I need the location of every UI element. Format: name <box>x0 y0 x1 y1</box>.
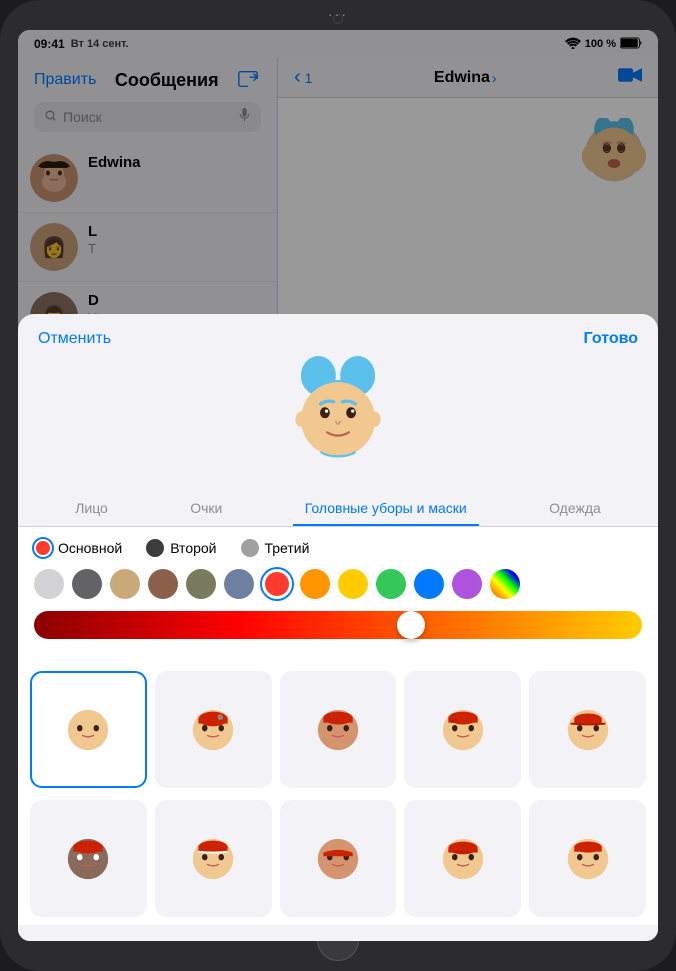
hat-options-grid-2 <box>18 796 658 925</box>
modal-overlay: Отменить Готово <box>18 30 658 941</box>
color-swatch-selected[interactable] <box>262 569 292 599</box>
speaker-dots: ··· <box>328 6 348 22</box>
secondary-color-label: Второй <box>170 540 216 556</box>
modal-header: Отменить Готово <box>18 314 658 356</box>
color-swatches-row <box>34 569 642 599</box>
primary-color-dot <box>34 539 52 557</box>
color-swatch[interactable] <box>376 569 406 599</box>
color-swatch[interactable] <box>186 569 216 599</box>
hat-option-none[interactable] <box>30 671 147 788</box>
color-swatch[interactable] <box>338 569 368 599</box>
hat-options-grid <box>18 663 658 796</box>
hat-option-6[interactable] <box>155 800 272 917</box>
color-type-options: Основной Второй Третий <box>34 539 642 557</box>
color-selector: Основной Второй Третий <box>18 527 658 663</box>
color-slider-container <box>34 611 642 639</box>
color-swatch[interactable] <box>414 569 444 599</box>
color-swatch[interactable] <box>452 569 482 599</box>
screen: 09:41 Вт 14 сент. 100 % Править <box>18 30 658 941</box>
hat-option-9[interactable] <box>529 800 646 917</box>
hat-option-8[interactable] <box>404 800 521 917</box>
primary-color-label: Основной <box>58 540 122 556</box>
tab-glasses[interactable]: Очки <box>178 492 234 526</box>
cancel-button[interactable]: Отменить <box>38 330 111 348</box>
color-swatch[interactable] <box>300 569 330 599</box>
tab-face[interactable]: Лицо <box>63 492 120 526</box>
hat-option-2[interactable] <box>280 671 397 788</box>
ipad-frame: 09:41 Вт 14 сент. 100 % Править <box>0 0 676 971</box>
color-slider[interactable] <box>34 611 642 639</box>
hat-option-4[interactable] <box>529 671 646 788</box>
slider-thumb[interactable] <box>397 611 425 639</box>
tertiary-color-dot <box>241 539 259 557</box>
memoji-preview <box>283 356 393 476</box>
hat-option-3[interactable] <box>404 671 521 788</box>
tertiary-color-option[interactable]: Третий <box>241 539 310 557</box>
color-swatch[interactable] <box>72 569 102 599</box>
category-tabs: Лицо Очки Головные уборы и маски Одежда <box>18 492 658 527</box>
modal-sheet: Отменить Готово <box>18 314 658 941</box>
hat-option-7[interactable] <box>280 800 397 917</box>
tab-headwear[interactable]: Головные уборы и маски <box>293 492 479 526</box>
color-swatch[interactable] <box>110 569 140 599</box>
color-swatch-rainbow[interactable] <box>490 569 520 599</box>
tab-clothing[interactable]: Одежда <box>537 492 613 526</box>
secondary-color-dot <box>146 539 164 557</box>
tertiary-color-label: Третий <box>265 540 310 556</box>
primary-color-option[interactable]: Основной <box>34 539 122 557</box>
memoji-preview-container <box>18 356 658 492</box>
hat-option-1[interactable] <box>155 671 272 788</box>
done-button[interactable]: Готово <box>584 330 638 348</box>
color-swatch[interactable] <box>148 569 178 599</box>
color-swatch[interactable] <box>34 569 64 599</box>
secondary-color-option[interactable]: Второй <box>146 539 216 557</box>
hat-option-5[interactable] <box>30 800 147 917</box>
color-swatch[interactable] <box>224 569 254 599</box>
